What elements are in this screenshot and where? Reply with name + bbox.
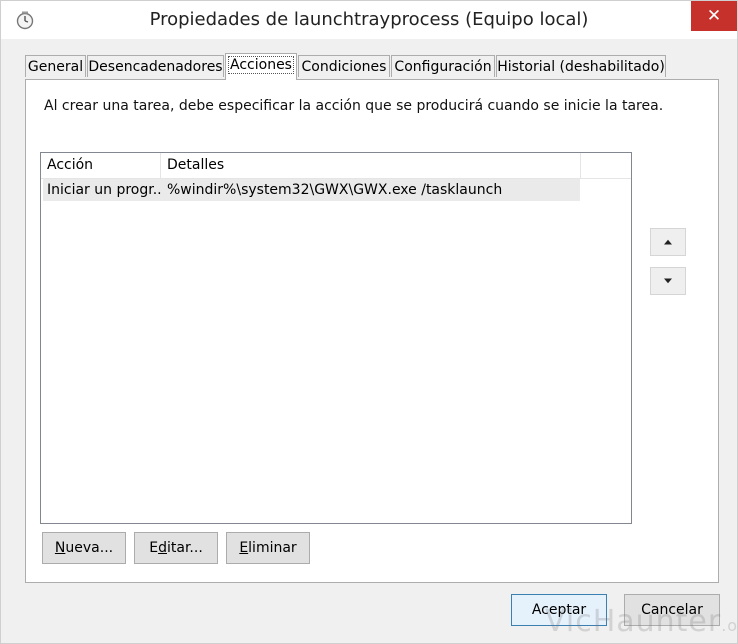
new-button[interactable]: Nueva... [42, 532, 126, 564]
move-up-button[interactable] [650, 228, 686, 256]
close-button[interactable]: ✕ [691, 1, 737, 31]
actions-list[interactable]: Acción Detalles Iniciar un progr... %win… [40, 152, 632, 524]
tab-triggers[interactable]: Desencadenadores [87, 55, 224, 77]
tab-conditions[interactable]: Condiciones [298, 55, 390, 77]
triangle-up-icon [664, 239, 672, 245]
edit-button[interactable]: Ed itar... [134, 532, 218, 564]
triangle-down-icon [664, 278, 672, 284]
watermark-logo: VicHaunter.org [545, 604, 738, 639]
title-bar[interactable]: Propiedades de launchtrayprocess (Equipo… [1, 1, 737, 39]
actions-description: Al crear una tarea, debe especificar la … [44, 98, 664, 114]
window-title: Propiedades de launchtrayprocess (Equipo… [149, 9, 589, 30]
column-header-action[interactable]: Acción [41, 153, 161, 178]
properties-window: Propiedades de launchtrayprocess (Equipo… [0, 0, 738, 644]
tab-settings[interactable]: Configuración [391, 55, 495, 77]
list-item[interactable]: Iniciar un progr... %windir%\system32\GW… [43, 179, 580, 201]
close-icon: ✕ [706, 6, 722, 26]
move-down-button[interactable] [650, 267, 686, 295]
details-cell: %windir%\system32\GWX\GWX.exe /tasklaunc… [167, 182, 503, 198]
tab-history[interactable]: Historial (deshabilitado) [496, 55, 666, 77]
delete-button[interactable]: Eliminar [226, 532, 310, 564]
tab-actions[interactable]: Acciones [225, 53, 297, 80]
tab-general[interactable]: General [25, 55, 86, 77]
list-header: Acción Detalles [41, 153, 631, 179]
column-header-details[interactable]: Detalles [161, 153, 581, 178]
actions-panel: Al crear una tarea, debe especificar la … [25, 79, 719, 583]
dialog-client-area: General Desencadenadores Acciones Condic… [11, 39, 727, 639]
action-cell: Iniciar un progr... [47, 182, 161, 198]
